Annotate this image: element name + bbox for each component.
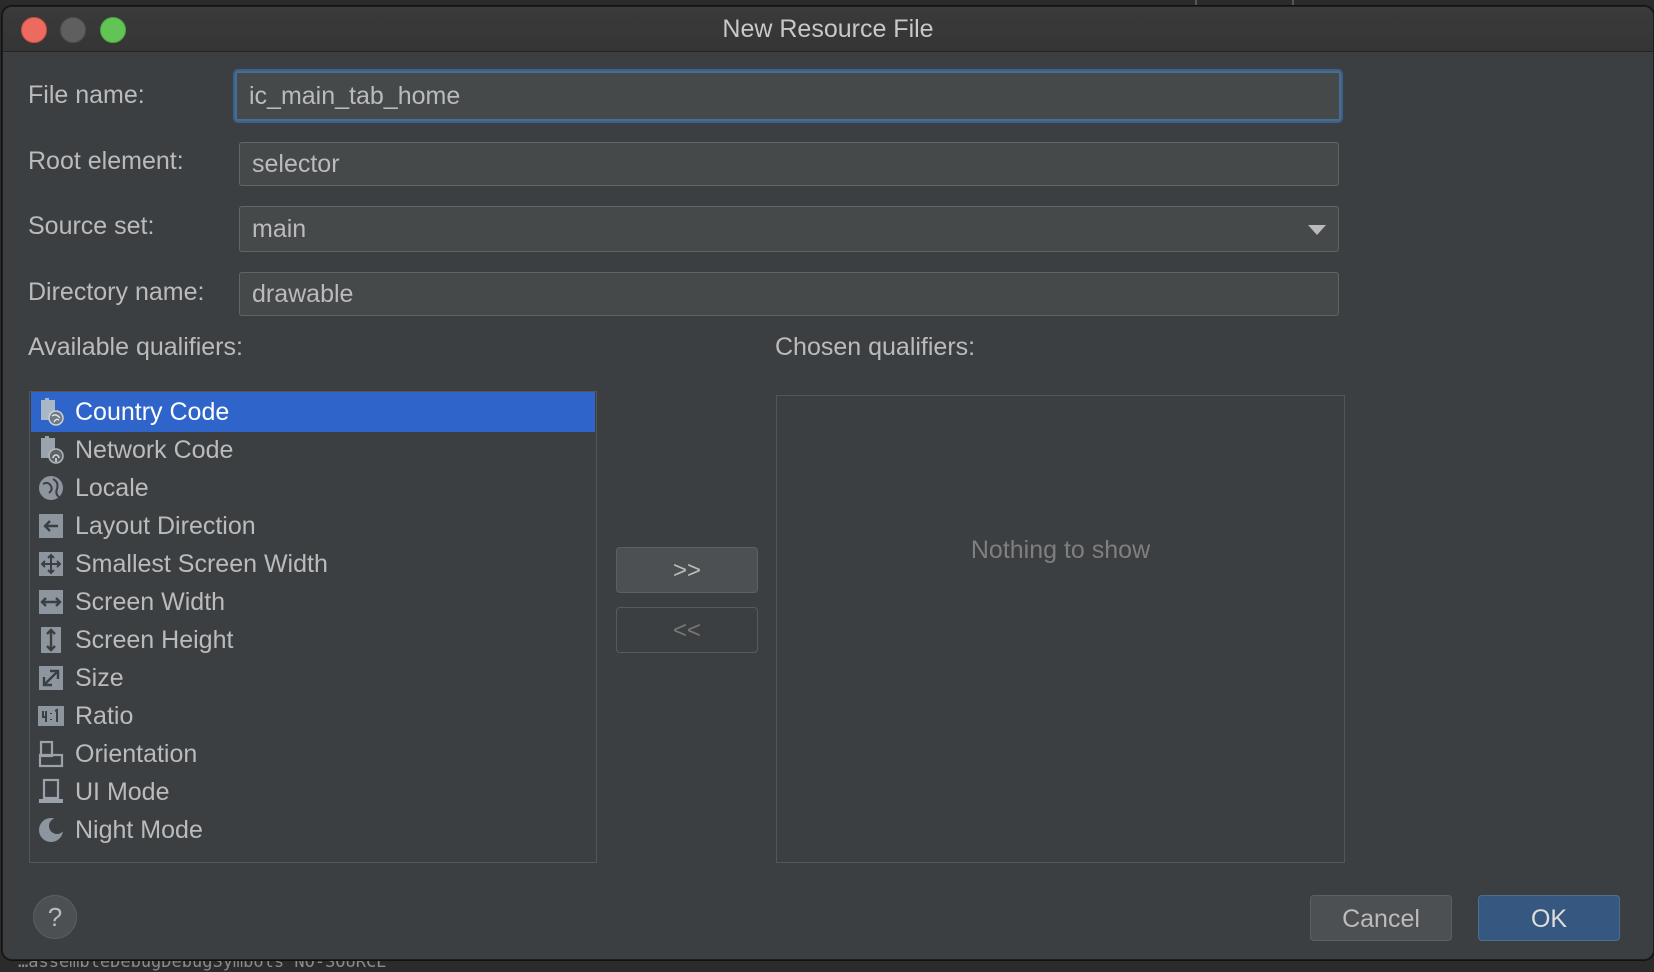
list-item-label: Country Code [75, 397, 230, 426]
country-code-icon [36, 397, 66, 427]
chevron-down-icon [1308, 225, 1326, 235]
new-resource-file-dialog: New Resource File File name: Root elemen… [2, 6, 1654, 960]
directory-name-input[interactable] [239, 272, 1339, 316]
chosen-qualifiers-label: Chosen qualifiers: [775, 333, 976, 361]
title-bar: New Resource File [3, 7, 1653, 52]
root-element-label: Root element: [28, 147, 184, 175]
available-qualifiers-list[interactable]: Country Code Network Code Locale Layout … [29, 391, 597, 863]
ratio-icon [36, 701, 66, 731]
window-title: New Resource File [722, 15, 934, 43]
list-item-label: Locale [75, 473, 149, 502]
list-item-country-code[interactable]: Country Code [31, 392, 595, 432]
available-qualifiers-label: Available qualifiers: [28, 333, 243, 361]
empty-state-text: Nothing to show [970, 536, 1151, 564]
list-item-ui-mode[interactable]: UI Mode [31, 772, 595, 812]
list-item-night-mode[interactable]: Night Mode [31, 810, 595, 850]
list-item-label: Ratio [75, 701, 134, 730]
list-item-network-code[interactable]: Network Code [31, 430, 595, 470]
source-set-select[interactable]: main [239, 206, 1339, 252]
size-icon [36, 663, 66, 693]
list-item-label: Layout Direction [75, 511, 256, 540]
list-item-size[interactable]: Size [31, 658, 595, 698]
directory-name-label: Directory name: [28, 278, 205, 306]
list-item-label: Orientation [75, 739, 198, 768]
list-item-screen-width[interactable]: Screen Width [31, 582, 595, 622]
layout-direction-icon [36, 511, 66, 541]
chosen-qualifiers-list[interactable]: Nothing to show [776, 395, 1345, 863]
list-item-label: Smallest Screen Width [75, 549, 328, 578]
help-button[interactable]: ? [33, 895, 77, 939]
remove-qualifier-button[interactable]: << [616, 607, 758, 653]
screen-height-icon [36, 625, 66, 655]
list-item-label: UI Mode [75, 777, 170, 806]
list-item-locale[interactable]: Locale [31, 468, 595, 508]
list-item-layout-direction[interactable]: Layout Direction [31, 506, 595, 546]
list-item-label: Night Mode [75, 815, 203, 844]
cancel-button[interactable]: Cancel [1310, 895, 1452, 941]
screen-width-icon [36, 587, 66, 617]
ok-button[interactable]: OK [1478, 895, 1620, 941]
night-mode-icon [36, 815, 66, 845]
file-name-input[interactable] [235, 71, 1341, 121]
ui-mode-icon [36, 777, 66, 807]
list-item-label: Size [75, 663, 124, 692]
add-qualifier-button[interactable]: >> [616, 547, 758, 593]
list-item-screen-height[interactable]: Screen Height [31, 620, 595, 660]
smallest-screen-width-icon [36, 549, 66, 579]
list-item-orientation[interactable]: Orientation [31, 734, 595, 774]
list-item-smallest-screen-width[interactable]: Smallest Screen Width [31, 544, 595, 584]
network-code-icon [36, 435, 66, 465]
source-set-value: main [252, 215, 307, 243]
globe-icon [36, 473, 66, 503]
list-item-label: Screen Height [75, 625, 234, 654]
orientation-icon [36, 739, 66, 769]
list-item-label: Network Code [75, 435, 234, 464]
list-item-label: Screen Width [75, 587, 226, 616]
file-name-label: File name: [28, 81, 145, 109]
list-item-ratio[interactable]: Ratio [31, 696, 595, 736]
source-set-label: Source set: [28, 212, 155, 240]
root-element-input[interactable] [239, 142, 1339, 186]
